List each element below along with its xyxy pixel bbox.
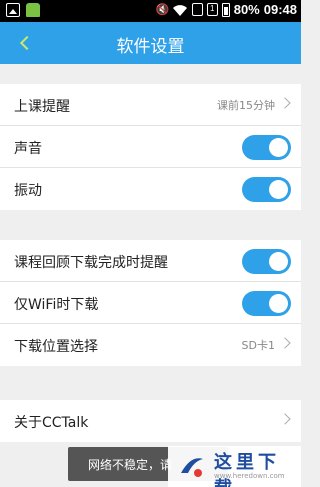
vibrate-toggle[interactable] — [242, 177, 291, 202]
vibrate-row: 振动 — [0, 168, 301, 210]
toggle-knob — [269, 138, 288, 157]
replay-download-reminder-toggle[interactable] — [242, 249, 291, 274]
sim-icon — [191, 3, 203, 16]
download-location-value: SD卡1 — [241, 339, 275, 352]
image-icon — [6, 3, 20, 17]
about-section: 关于CCTalk — [0, 400, 301, 442]
toggle-knob — [269, 294, 288, 313]
chevron-right-icon — [279, 337, 291, 349]
status-bar: 🔇 1 80% 09:48 — [0, 0, 301, 22]
wifi-only-toggle[interactable] — [242, 291, 291, 316]
about-row[interactable]: 关于CCTalk — [0, 400, 301, 442]
download-location-row[interactable]: 下载位置选择 SD卡1 — [0, 324, 301, 366]
class-reminder-label: 上课提醒 — [14, 99, 70, 115]
mute-icon: 🔇 — [155, 3, 170, 16]
vibrate-label: 振动 — [14, 183, 42, 199]
replay-download-reminder-row: 课程回顾下载完成时提醒 — [0, 240, 301, 282]
wifi-icon — [172, 4, 187, 16]
battery-icon — [221, 2, 230, 17]
signal-icon: 1 — [206, 3, 218, 16]
wifi-only-row: 仅WiFi时下载 — [0, 282, 301, 324]
watermark-url: www.heredown.com — [214, 472, 285, 480]
wifi-only-label: 仅WiFi时下载 — [14, 297, 99, 313]
class-reminder-value: 课前15分钟 — [217, 99, 275, 112]
about-label: 关于CCTalk — [14, 415, 89, 431]
watermark: 这里下载 www.heredown.com — [168, 446, 301, 487]
app-bar: 软件设置 — [0, 22, 301, 64]
android-icon — [26, 3, 40, 17]
chevron-right-icon — [279, 97, 291, 109]
battery-percent: 80% — [233, 2, 260, 17]
toggle-knob — [269, 252, 288, 271]
replay-download-reminder-label: 课程回顾下载完成时提醒 — [14, 255, 168, 271]
toggle-knob — [269, 180, 288, 199]
sound-row: 声音 — [0, 126, 301, 168]
watermark-title: 这里下载 — [214, 452, 280, 487]
chevron-right-icon — [279, 413, 291, 425]
page-title: 软件设置 — [116, 37, 185, 57]
download-location-label: 下载位置选择 — [14, 339, 98, 355]
clock: 09:48 — [263, 2, 297, 17]
reminder-section: 上课提醒 课前15分钟 声音 振动 — [0, 84, 301, 210]
sound-label: 声音 — [14, 141, 42, 157]
sound-toggle[interactable] — [242, 135, 291, 160]
download-section: 课程回顾下载完成时提醒 仅WiFi时下载 下载位置选择 SD卡1 — [0, 240, 301, 366]
class-reminder-row[interactable]: 上课提醒 课前15分钟 — [0, 84, 301, 126]
watermark-logo-icon — [181, 458, 203, 477]
